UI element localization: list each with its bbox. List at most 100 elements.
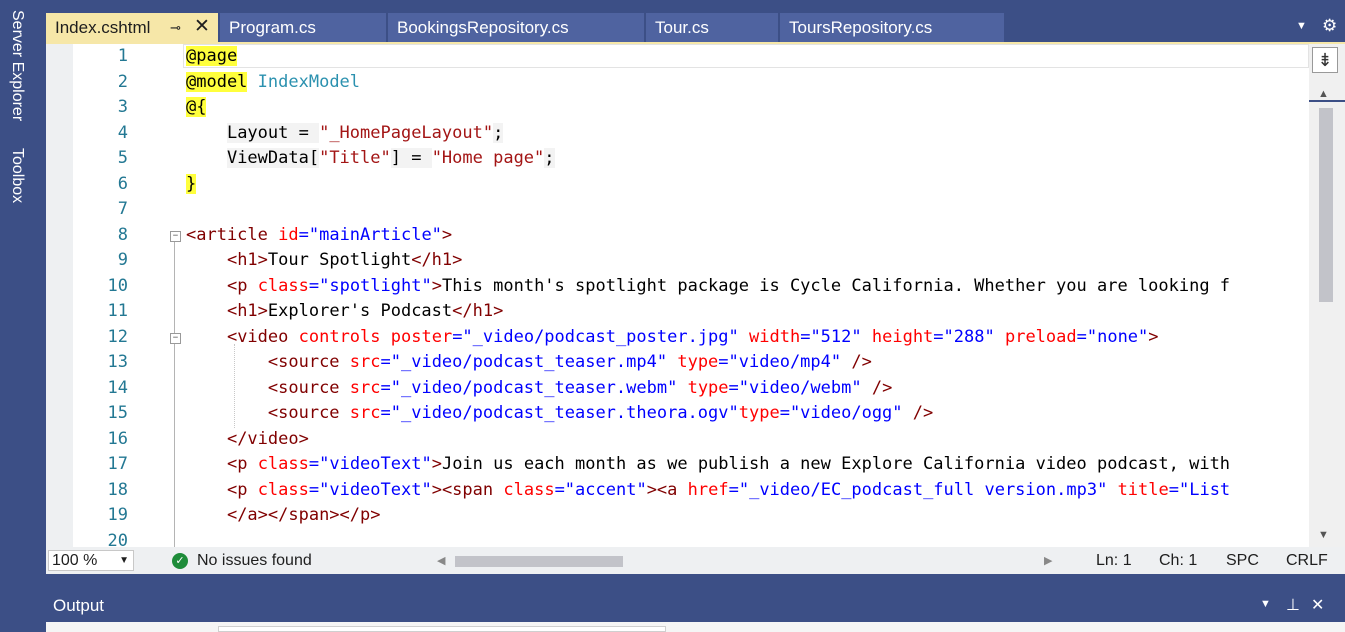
tab-bookingsrepository-cs[interactable]: BookingsRepository.cs	[388, 13, 644, 43]
code-token: type	[687, 377, 729, 398]
code-token: id	[278, 224, 299, 245]
code-line[interactable]: 10 <p class="spotlight">This month's spo…	[46, 274, 1311, 299]
code-line[interactable]: 18 <p class="videoText"><span class="acc…	[46, 478, 1311, 503]
tab-index-cshtml[interactable]: Index.cshtml ⊸ ✕	[46, 13, 218, 43]
whitespace-indicator[interactable]: SPC	[1226, 552, 1259, 570]
code-token: <video	[226, 326, 289, 347]
code-token: ="videoText"	[308, 454, 432, 474]
code-token: ="512"	[800, 326, 862, 347]
code-token: "Title"	[319, 148, 391, 168]
close-icon[interactable]: ✕	[1311, 595, 1324, 615]
tab-tour-cs[interactable]: Tour.cs	[646, 13, 778, 43]
code-line[interactable]: 1 @page	[46, 44, 1311, 69]
tab-label: ToursRepository.cs	[789, 18, 933, 37]
gear-icon[interactable]: ⚙	[1322, 16, 1337, 36]
scroll-right-icon[interactable]: ▶	[1044, 554, 1052, 567]
toolbox-tab[interactable]: Toolbox	[8, 148, 26, 203]
code-token: ="video/ogg"	[779, 403, 903, 423]
code-line[interactable]: 12 <video controls poster="_video/podcas…	[46, 325, 1311, 350]
chevron-down-icon: ▼	[119, 555, 129, 566]
code-line[interactable]: 16 </video>	[46, 427, 1311, 452]
code-line[interactable]: 3 @{	[46, 95, 1311, 120]
chevron-down-icon[interactable]: ▼	[1296, 20, 1307, 32]
editor-status-bar: 100 % ▼ ✓ No issues found ◀ ▶ Ln: 1 Ch: …	[46, 547, 1345, 574]
chevron-down-icon[interactable]: ▼	[1260, 598, 1271, 610]
line-number: 4	[117, 122, 128, 143]
code-line[interactable]: 4 Layout = "_HomePageLayout";	[46, 121, 1311, 146]
code-token: />	[851, 352, 872, 372]
code-token: ;	[544, 148, 555, 168]
code-token: }	[186, 173, 197, 194]
line-number: 2	[117, 71, 128, 92]
code-line[interactable]: 14 <source src="_video/podcast_teaser.we…	[46, 376, 1311, 401]
tab-program-cs[interactable]: Program.cs	[220, 13, 386, 43]
code-text: Layout = "_HomePageLayout";	[186, 121, 504, 146]
code-token: src	[349, 352, 381, 372]
code-line[interactable]: 2 @model IndexModel	[46, 70, 1311, 95]
code-line[interactable]: 6}	[46, 172, 1311, 197]
code-text: @page	[186, 44, 238, 69]
code-token: <h1>	[226, 250, 268, 270]
code-text: <article id="mainArticle">	[186, 223, 452, 248]
pin-icon[interactable]: ⊥	[1286, 595, 1300, 615]
code-line[interactable]: 11 <h1>Explorer's Podcast</h1>	[46, 299, 1311, 324]
line-ending-indicator[interactable]: CRLF	[1286, 552, 1328, 570]
column-indicator[interactable]: Ch: 1	[1159, 552, 1197, 570]
scrollbar-thumb[interactable]	[1319, 108, 1333, 302]
code-token: width	[749, 326, 801, 347]
code-line[interactable]: 13 <source src="_video/podcast_teaser.mp…	[46, 350, 1311, 375]
check-circle-icon[interactable]: ✓	[172, 553, 188, 569]
code-token: ><a	[646, 479, 678, 500]
zoom-select[interactable]: 100 % ▼	[48, 550, 134, 571]
code-token: <source	[267, 377, 340, 398]
server-explorer-tab[interactable]: Server Explorer	[8, 10, 26, 121]
code-text: @model IndexModel	[186, 70, 360, 95]
code-token: ="spotlight"	[308, 275, 432, 296]
pin-icon[interactable]: ⊸	[170, 13, 181, 43]
collapse-icon[interactable]: −	[170, 333, 181, 344]
vertical-scrollbar[interactable]: ⇟ ▲ ▼	[1309, 44, 1345, 547]
code-token: ="_video/podcast_teaser.mp4"	[380, 352, 668, 372]
code-editor[interactable]: 1 @page 2 @model IndexModel 3 @{4 Layout = "_…	[46, 44, 1345, 551]
output-panel-body	[46, 622, 1345, 632]
code-text: <source src="_video/podcast_teaser.theor…	[186, 401, 933, 426]
scroll-down-icon[interactable]: ▼	[1318, 529, 1329, 541]
issues-status[interactable]: No issues found	[197, 552, 312, 570]
code-token: ="288"	[933, 326, 995, 347]
tab-toursrepository-cs[interactable]: ToursRepository.cs	[780, 13, 1004, 43]
line-number: 10	[107, 275, 128, 296]
line-indicator[interactable]: Ln: 1	[1096, 552, 1132, 570]
horizontal-scrollbar-thumb[interactable]	[455, 556, 623, 567]
code-token: ="mainArticle"	[298, 224, 442, 245]
code-token: src	[349, 403, 381, 423]
close-icon[interactable]: ✕	[194, 12, 210, 42]
scroll-left-icon[interactable]: ◀	[437, 554, 445, 567]
code-line[interactable]: 5 ViewData["Title"] = "Home page";	[46, 146, 1311, 171]
code-line[interactable]: 15 <source src="_video/podcast_teaser.th…	[46, 401, 1311, 426]
code-token: class	[503, 479, 555, 500]
code-line[interactable]: 7	[46, 197, 1311, 222]
code-token: ><span	[431, 479, 494, 500]
code-line[interactable]: 8 <article id="mainArticle">	[46, 223, 1311, 248]
code-line[interactable]: 19 </a></span></p>	[46, 503, 1311, 528]
code-token: src	[349, 377, 381, 398]
scroll-up-icon[interactable]: ▲	[1318, 88, 1329, 100]
line-number: 5	[117, 148, 128, 168]
code-line[interactable]: 9 <h1>Tour Spotlight</h1>	[46, 248, 1311, 273]
split-view-icon[interactable]: ⇟	[1312, 47, 1338, 73]
code-token: />	[871, 377, 893, 398]
output-source-select[interactable]	[218, 626, 666, 632]
code-line[interactable]: 17 <p class="videoText">Join us each mon…	[46, 452, 1311, 477]
collapse-icon[interactable]: −	[170, 231, 181, 242]
